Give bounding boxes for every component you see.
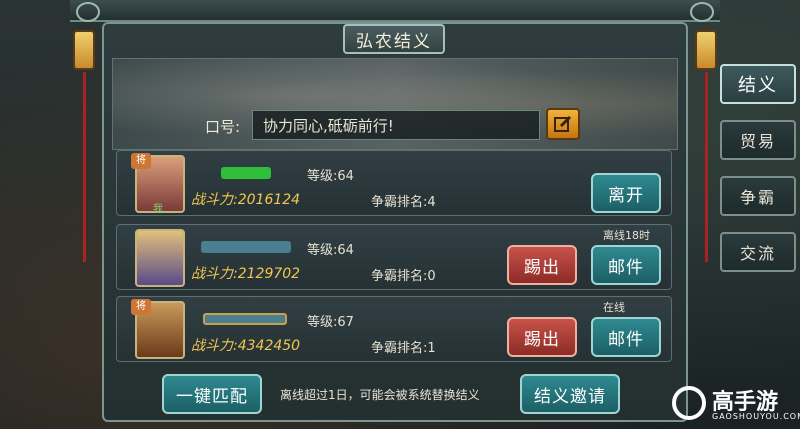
member-name-redacted (201, 241, 291, 253)
tab-exchange[interactable]: 交流 (720, 232, 796, 272)
motto-field: 协力同心,砥砺前行! (252, 110, 540, 140)
member-level: 等级:67 (307, 315, 354, 330)
member-rank: 争霸排名:4 (371, 195, 436, 210)
site-watermark: 高手游 GAOSHOUYOU.COM (672, 382, 800, 426)
self-badge: 我 (153, 204, 163, 215)
invite-button[interactable]: 结义邀请 (520, 374, 620, 414)
mail-button[interactable]: 邮件 (591, 245, 661, 285)
motto-label: 口号: (205, 118, 241, 136)
mail-button[interactable]: 邮件 (591, 317, 661, 357)
member-row: 将 等级:67 战斗力:4342450 争霸排名:1 在线 踢出 邮件 (116, 296, 672, 362)
footer-note: 离线超过1日，可能会被系统替换结义 (280, 388, 480, 402)
kick-button[interactable]: 踢出 (507, 245, 577, 285)
member-avatar: 将 我 (131, 153, 185, 215)
tab-trade[interactable]: 贸易 (720, 120, 796, 160)
member-avatar (135, 229, 185, 287)
top-frame-bar (70, 0, 720, 22)
avatar-tag: 将 (131, 299, 151, 315)
member-power: 战斗力:2016124 (191, 192, 301, 208)
member-rank: 争霸排名:0 (371, 269, 436, 284)
member-level: 等级:64 (307, 243, 354, 258)
watermark-logo-icon (672, 386, 706, 420)
member-power: 战斗力:4342450 (191, 338, 301, 354)
panel-title: 弘农结义 (343, 24, 445, 54)
watermark-subtext: GAOSHOUYOU.COM (712, 412, 800, 421)
member-name-redacted (203, 313, 287, 325)
member-row: 等级:64 战斗力:2129702 争霸排名:0 离线18时 踢出 邮件 (116, 224, 672, 290)
member-name-redacted (221, 167, 271, 179)
member-row: 将 我 等级:64 战斗力:2016124 争霸排名:4 离开 (116, 150, 672, 216)
lantern-right-icon (695, 30, 717, 70)
member-rank: 争霸排名:1 (371, 341, 436, 356)
member-avatar: 将 (131, 299, 185, 359)
tab-brotherhood[interactable]: 结义 (720, 64, 796, 104)
tassel-left-decoration (83, 72, 86, 262)
kick-button[interactable]: 踢出 (507, 317, 577, 357)
leave-button[interactable]: 离开 (591, 173, 661, 213)
member-level: 等级:64 (307, 169, 354, 184)
tassel-right-decoration (705, 72, 708, 262)
member-status: 在线 (603, 301, 625, 314)
member-status: 离线18时 (603, 229, 650, 242)
member-power: 战斗力:2129702 (191, 266, 301, 282)
quick-match-button[interactable]: 一键匹配 (162, 374, 262, 414)
edit-pencil-icon (554, 115, 572, 132)
tab-contest[interactable]: 争霸 (720, 176, 796, 216)
lantern-left-icon (73, 30, 95, 70)
avatar-tag: 将 (131, 153, 151, 169)
edit-motto-button[interactable] (546, 108, 580, 140)
